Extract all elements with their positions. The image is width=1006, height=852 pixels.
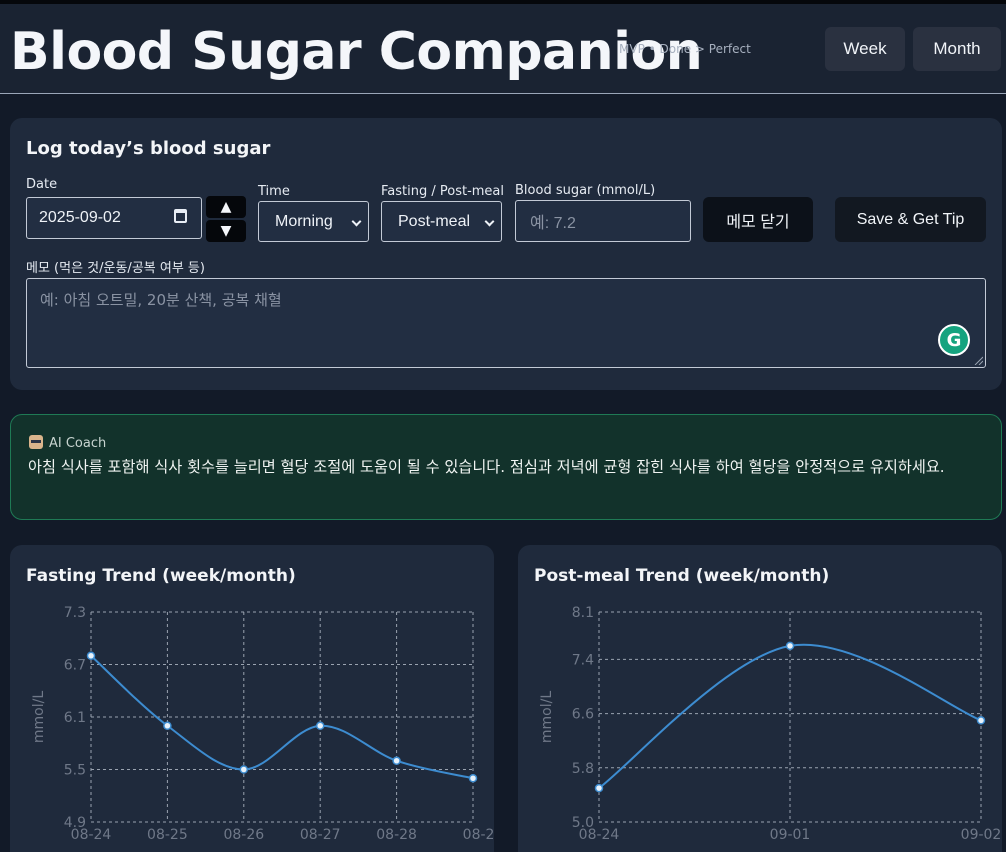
data-point [976,716,986,725]
resize-handle-icon[interactable] [973,355,983,365]
meal-select-value: Post-meal [398,212,471,230]
calendar-icon[interactable] [174,209,187,223]
data-point [468,774,478,783]
ai-coach-title: AI Coach [49,436,107,451]
ai-coach-message: 아침 식사를 포함해 식사 횟수를 늘리면 혈당 조절에 도움이 될 수 있습니… [28,458,945,476]
x-tick-label: 08-28 [376,827,417,843]
blood-sugar-input[interactable]: 예: 7.2 [515,200,691,242]
y-tick-label: 7.4 [572,652,594,668]
y-tick-label: 6.6 [572,707,594,723]
data-point [315,721,325,730]
time-label: Time [258,184,290,199]
date-decrement-button[interactable]: ▼ [206,220,246,242]
log-panel-title: Log today’s blood sugar [26,138,271,159]
time-select[interactable]: Morning [258,201,369,242]
y-axis-label: mmol/L [31,691,47,743]
y-tick-label: 5.5 [64,763,86,779]
save-button[interactable]: Save & Get Tip [835,197,986,242]
x-tick-label: 08-27 [300,827,341,843]
x-tick-label: 08-26 [223,827,264,843]
chevron-down-icon [351,216,362,227]
app-header: Blood Sugar Companion MVP • Done > Perfe… [0,4,1006,94]
fasting-chart-panel: Fasting Trend (week/month) 7.3 6.7 6.1 5.5 4… [10,545,494,852]
x-tick-label: 08-24 [579,827,620,843]
data-point [163,721,172,730]
arrow-up-icon: ▲ [220,199,232,215]
x-tick-label: 08-25 [147,827,188,843]
x-tick-label: 08-24 [71,827,112,843]
fasting-chart: 7.36.76.15.54.908-24 08-25 08-26 08-27 08-28… [31,605,494,843]
date-increment-button[interactable]: ▲ [206,196,246,218]
data-point [392,756,401,765]
x-tick-label: 09-01 [770,827,811,843]
memo-toggle-button[interactable]: 메모 닫기 [703,197,813,242]
chevron-down-icon [484,216,495,227]
x-tick-label: 09-02 [961,827,1002,843]
y-tick-label: 6.7 [64,658,86,674]
date-input[interactable]: 2025-09-02 [26,197,202,239]
ai-coach-header: AI Coach [29,435,106,451]
robot-icon [29,435,43,449]
postmeal-chart: 8.17.46.65.85.008-24 09-01 09-02mmol/L [539,605,1002,843]
app-title: Blood Sugar Companion [10,22,703,82]
week-button[interactable]: Week [825,27,905,71]
data-point [239,765,249,774]
arrow-down-icon: ▼ [220,223,232,239]
data-point [86,651,96,660]
date-value: 2025-09-02 [39,209,121,226]
meal-type-select[interactable]: Post-meal [381,201,502,242]
postmeal-chart-panel: Post-meal Trend (week/month) 8.1 7.4 6.6 5.… [518,545,1002,852]
data-point [594,783,604,793]
y-tick-label: 7.3 [64,605,86,621]
meal-label: Fasting / Post-meal [381,184,504,199]
data-point [785,641,795,651]
memo-label: 메모 (먹은 것/운동/공복 여부 등) [26,261,205,276]
ai-coach-panel: AI Coach 아침 식사를 포함해 식사 횟수를 늘리면 혈당 조절에 도움… [10,414,1002,520]
x-tick-label: 08-29 [463,827,494,843]
date-label: Date [26,177,58,192]
y-tick-label: 6.1 [64,710,86,726]
grammarly-icon[interactable]: G [938,324,970,356]
memo-placeholder: 예: 아침 오트밀, 20분 산책, 공복 채혈 [40,291,282,309]
month-button[interactable]: Month [913,27,1001,71]
memo-textarea[interactable]: 예: 아침 오트밀, 20분 산책, 공복 채혈 [26,278,986,368]
time-select-value: Morning [275,212,333,230]
sugar-label: Blood sugar (mmol/L) [515,183,656,198]
tagline: MVP • Done > Perfect [619,42,751,56]
y-tick-label: 8.1 [572,605,594,621]
y-tick-label: 5.8 [572,761,594,777]
y-axis-label: mmol/L [539,691,555,743]
blood-sugar-placeholder: 예: 7.2 [530,215,576,232]
